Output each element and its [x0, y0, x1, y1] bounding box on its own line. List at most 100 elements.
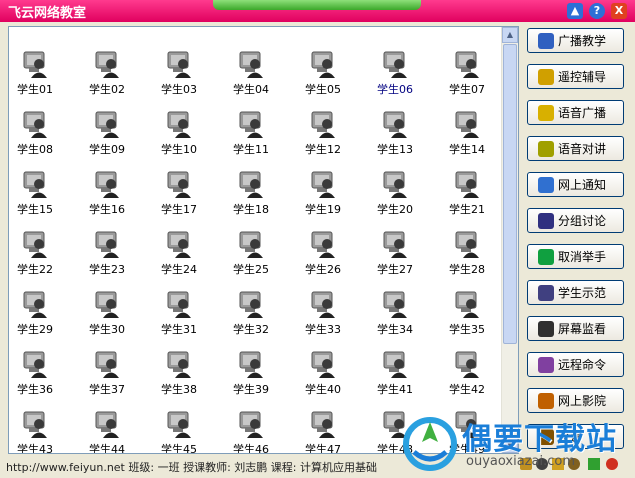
- student-tile[interactable]: 学生24: [143, 229, 215, 289]
- student-tile[interactable]: 学生21: [431, 169, 503, 229]
- student-computer-icon: [383, 291, 407, 318]
- student-tile[interactable]: 学生39: [215, 349, 287, 409]
- demo-icon: [538, 284, 554, 301]
- action-button[interactable]: 远程命令: [527, 352, 624, 377]
- student-label: 学生28: [449, 263, 485, 276]
- student-tile[interactable]: 学生26: [287, 229, 359, 289]
- action-button[interactable]: 分组讨论: [527, 208, 624, 233]
- student-tile[interactable]: 学生38: [143, 349, 215, 409]
- student-tile[interactable]: 学生15: [9, 169, 71, 229]
- student-tile[interactable]: 学生06: [359, 49, 431, 109]
- student-label: 学生43: [17, 443, 53, 454]
- action-label: 分组讨论: [558, 214, 607, 228]
- action-button[interactable]: 屏幕监看: [527, 316, 624, 341]
- student-computer-icon: [95, 351, 119, 378]
- student-tile[interactable]: 学生34: [359, 289, 431, 349]
- student-tile[interactable]: 学生46: [215, 409, 287, 453]
- student-tile[interactable]: 学生31: [143, 289, 215, 349]
- action-button[interactable]: 学生示范: [527, 280, 624, 305]
- student-computer-icon: [239, 171, 263, 198]
- student-tile[interactable]: 学生43: [9, 409, 71, 454]
- student-tile[interactable]: 学生37: [71, 349, 143, 409]
- student-tile[interactable]: 学生44: [71, 409, 143, 453]
- student-label: 学生19: [305, 203, 341, 216]
- student-tile[interactable]: 学生32: [215, 289, 287, 349]
- student-tile[interactable]: 学生25: [215, 229, 287, 289]
- student-tile[interactable]: 学生41: [359, 349, 431, 409]
- student-label: 学生25: [233, 263, 269, 276]
- action-button[interactable]: 广播教学: [527, 28, 624, 53]
- student-tile[interactable]: 学生03: [143, 49, 215, 109]
- action-button[interactable]: 语音对讲: [527, 136, 624, 161]
- scroll-up-button[interactable]: ▲: [502, 27, 518, 43]
- close-button[interactable]: X: [611, 3, 627, 19]
- student-tile[interactable]: 学生22: [9, 229, 71, 289]
- group-icon: [538, 212, 554, 229]
- student-tile[interactable]: 学生36: [9, 349, 71, 409]
- student-computer-icon: [23, 111, 47, 138]
- student-computer-icon: [455, 111, 479, 138]
- student-computer-icon: [23, 231, 47, 258]
- student-label: 学生42: [449, 383, 485, 396]
- student-tile[interactable]: 学生08: [9, 109, 71, 169]
- student-tile[interactable]: 学生18: [215, 169, 287, 229]
- student-tile[interactable]: 学生45: [143, 409, 215, 453]
- student-tile[interactable]: 学生27: [359, 229, 431, 289]
- action-button[interactable]: 遥控辅导: [527, 64, 624, 89]
- student-tile[interactable]: 学生16: [71, 169, 143, 229]
- student-computer-icon: [455, 171, 479, 198]
- student-computer-icon: [239, 291, 263, 318]
- watermark: 偶要下载站 ouyaoxiazai.com: [400, 412, 635, 478]
- student-tile[interactable]: 学生28: [431, 229, 503, 289]
- student-computer-icon: [383, 231, 407, 258]
- student-tile[interactable]: 学生11: [215, 109, 287, 169]
- student-tile[interactable]: 学生47: [287, 409, 359, 453]
- student-tile[interactable]: 学生13: [359, 109, 431, 169]
- student-computer-icon: [383, 51, 407, 78]
- student-tile[interactable]: 学生35: [431, 289, 503, 349]
- scroll-thumb[interactable]: [503, 44, 517, 344]
- student-computer-icon: [167, 171, 191, 198]
- student-computer-icon: [239, 351, 263, 378]
- action-button[interactable]: 网上通知: [527, 172, 624, 197]
- action-button[interactable]: 取消举手: [527, 244, 624, 269]
- action-button[interactable]: 语音广播: [527, 100, 624, 125]
- student-tile[interactable]: 学生40: [287, 349, 359, 409]
- student-tile[interactable]: 学生12: [287, 109, 359, 169]
- student-tile[interactable]: 学生33: [287, 289, 359, 349]
- student-label: 学生35: [449, 323, 485, 336]
- student-label: 学生11: [233, 143, 269, 156]
- student-tile[interactable]: 学生07: [431, 49, 503, 109]
- student-tile[interactable]: 学生04: [215, 49, 287, 109]
- title-accent: [213, 0, 421, 10]
- collapse-button[interactable]: ▲: [567, 3, 583, 19]
- student-tile[interactable]: 学生14: [431, 109, 503, 169]
- student-tile[interactable]: 学生30: [71, 289, 143, 349]
- student-tile[interactable]: 学生23: [71, 229, 143, 289]
- student-tile[interactable]: 学生42: [431, 349, 503, 409]
- action-button[interactable]: 网上影院: [527, 388, 624, 413]
- student-computer-icon: [167, 351, 191, 378]
- student-computer-icon: [239, 231, 263, 258]
- student-tile[interactable]: 学生10: [143, 109, 215, 169]
- student-label: 学生38: [161, 383, 197, 396]
- vertical-scrollbar[interactable]: ▲ ▼: [501, 27, 518, 453]
- student-tile[interactable]: 学生17: [143, 169, 215, 229]
- student-tile[interactable]: 学生02: [71, 49, 143, 109]
- action-label: 网上通知: [558, 178, 607, 192]
- student-label: 学生15: [17, 203, 53, 216]
- student-label: 学生02: [89, 83, 125, 96]
- student-label: 学生33: [305, 323, 341, 336]
- help-button[interactable]: ?: [589, 3, 605, 19]
- student-tile[interactable]: 学生09: [71, 109, 143, 169]
- student-tile[interactable]: 学生29: [9, 289, 71, 349]
- student-computer-icon: [383, 351, 407, 378]
- student-tile[interactable]: 学生01: [9, 49, 71, 109]
- student-label: 学生20: [377, 203, 413, 216]
- student-tile[interactable]: 学生05: [287, 49, 359, 109]
- student-computer-icon: [167, 231, 191, 258]
- broadcast-icon: [538, 32, 554, 49]
- student-computer-icon: [23, 351, 47, 378]
- student-tile[interactable]: 学生19: [287, 169, 359, 229]
- student-tile[interactable]: 学生20: [359, 169, 431, 229]
